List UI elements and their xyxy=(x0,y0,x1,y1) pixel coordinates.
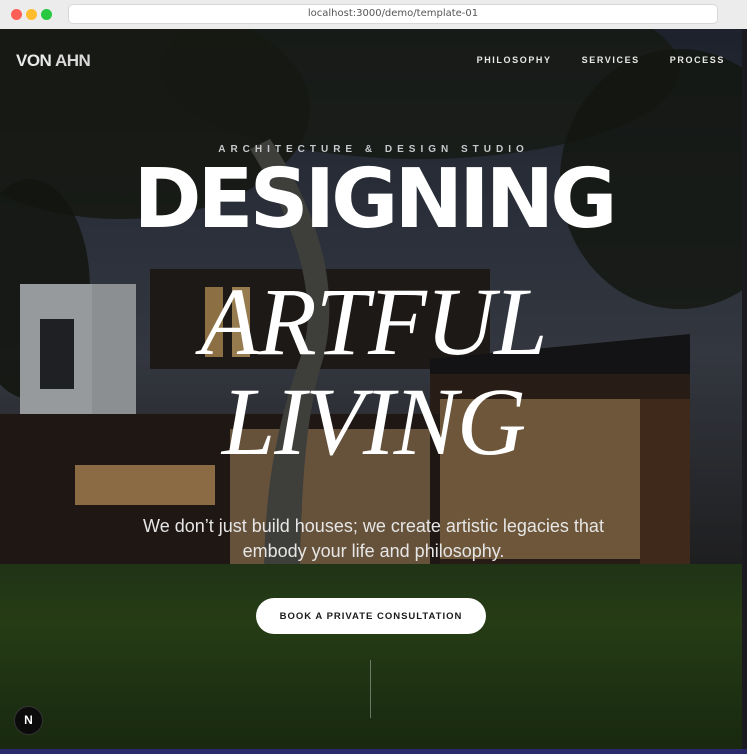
nav-link-process[interactable]: PROCESS xyxy=(670,55,725,65)
page-viewport: VON AHN PHILOSOPHY SERVICES PROCESS ARCH… xyxy=(0,29,747,754)
scroll-indicator-line xyxy=(370,660,371,718)
logo-text-secondary: AHN xyxy=(54,51,91,70)
browser-window: localhost:3000/demo/template-01 VON AHN … xyxy=(0,0,747,754)
minimize-window-button[interactable] xyxy=(26,9,37,20)
hero-headline-line2: ARTFUL xyxy=(200,268,547,375)
dev-tools-badge[interactable]: N xyxy=(14,706,43,735)
hero-tagline: We don’t just build houses; we create ar… xyxy=(143,516,604,561)
maximize-window-button[interactable] xyxy=(41,9,52,20)
book-consultation-button[interactable]: BOOK A PRIVATE CONSULTATION xyxy=(256,598,486,634)
address-bar[interactable]: localhost:3000/demo/template-01 xyxy=(68,4,718,24)
nav-link-services[interactable]: SERVICES xyxy=(582,55,640,65)
close-window-button[interactable] xyxy=(11,9,22,20)
hero-headline-line3: LIVING xyxy=(221,368,526,475)
logo-text-primary: VON xyxy=(16,51,52,70)
hero-headline-line1: DESIGNING xyxy=(133,152,617,247)
nav-link-philosophy[interactable]: PHILOSOPHY xyxy=(477,55,552,65)
browser-chrome: localhost:3000/demo/template-01 xyxy=(0,0,747,30)
main-nav: PHILOSOPHY SERVICES PROCESS xyxy=(477,55,725,65)
site-logo[interactable]: VON AHN xyxy=(16,51,91,71)
bottom-accent-bar xyxy=(0,749,747,754)
